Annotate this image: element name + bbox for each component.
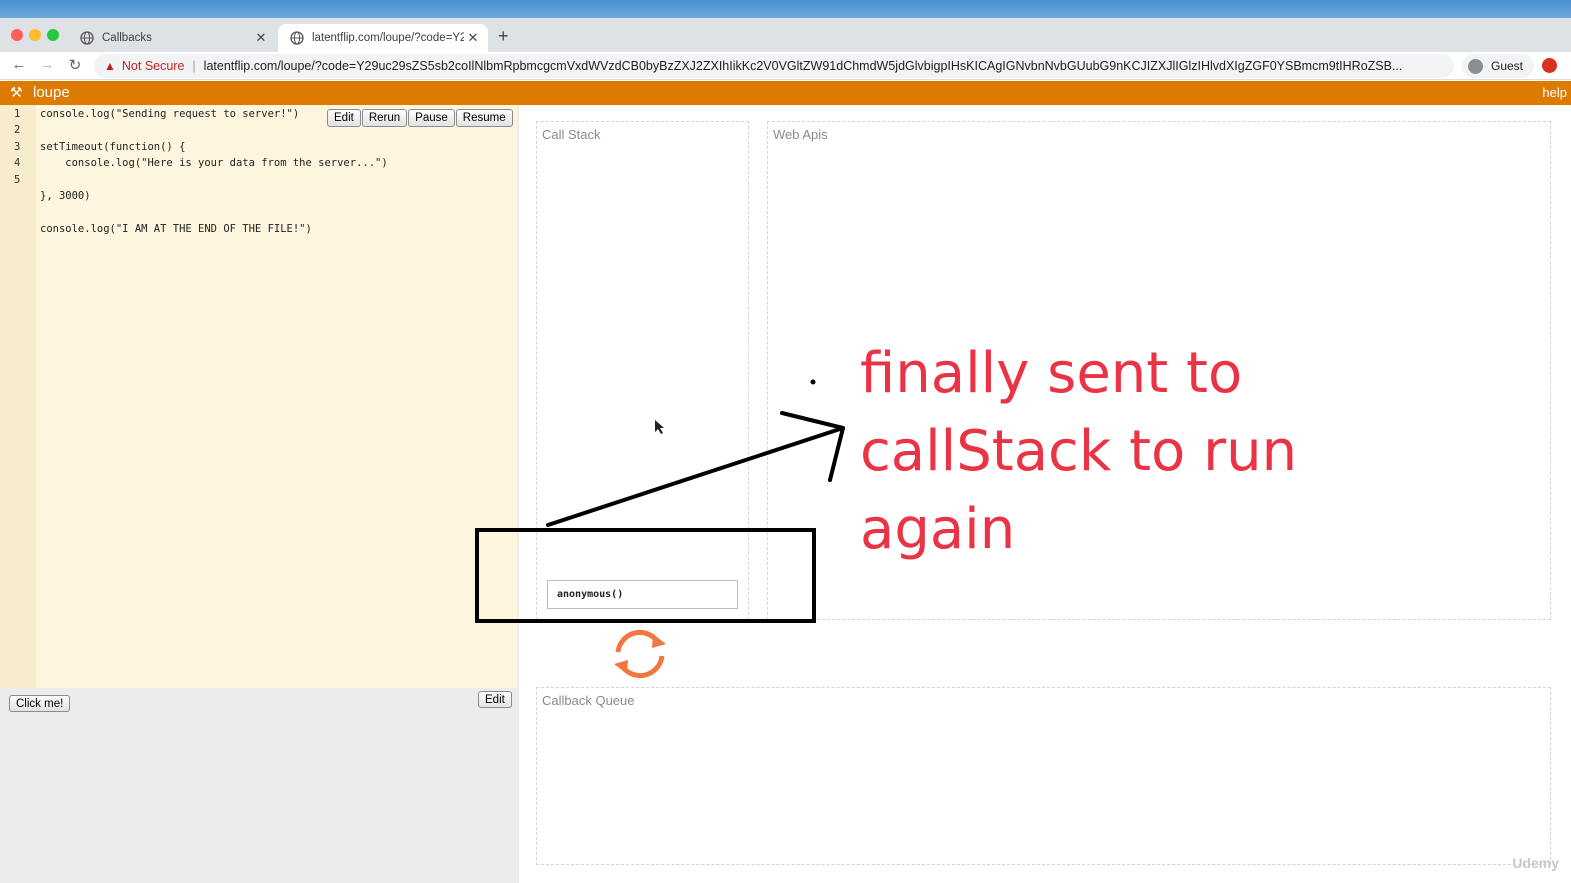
- annotation-line: callStack to run: [860, 419, 1298, 484]
- desktop-strip: [0, 0, 1571, 18]
- code-line: setTimeout(function() {: [40, 141, 186, 153]
- html-output-panel: Click me! Edit: [0, 688, 517, 883]
- code-line: console.log("Sending request to server!"…: [40, 108, 300, 120]
- web-apis-label: Web Apis: [773, 127, 828, 142]
- line-number: 1: [14, 108, 21, 120]
- output-edit-button[interactable]: Edit: [478, 691, 512, 708]
- tab-title: latentflip.com/loupe/?code=Y2: [312, 32, 464, 44]
- line-number: 3: [14, 141, 21, 153]
- code-editor[interactable]: 1 2 3 4 5 console.log("Sending request t…: [0, 105, 517, 688]
- code-line: console.log("Here is your data from the …: [40, 157, 388, 169]
- forward-arrow-icon[interactable]: →: [37, 56, 57, 73]
- avatar-icon: [1468, 58, 1483, 74]
- pause-button[interactable]: Pause: [408, 109, 455, 127]
- omnibox-separator: |: [192, 59, 196, 73]
- line-number: 5: [14, 174, 21, 186]
- browser-toolbar: ← → ↻ ▲ Not Secure | latentflip.com/loup…: [0, 52, 1571, 80]
- security-status[interactable]: Not Secure: [122, 59, 185, 73]
- profile-label: Guest: [1491, 59, 1524, 73]
- code-line: }, 3000): [40, 190, 91, 202]
- resume-button[interactable]: Resume: [455, 109, 513, 127]
- udemy-watermark: Udemy: [1512, 855, 1559, 871]
- extension-icon[interactable]: [1542, 58, 1557, 73]
- window-close-button[interactable]: [11, 29, 23, 41]
- window-maximize-button[interactable]: [47, 29, 59, 41]
- callback-queue-panel: Callback Queue: [536, 687, 1551, 865]
- help-link[interactable]: help: [1542, 85, 1567, 100]
- line-gutter: 1 2 3 4 5: [0, 105, 36, 688]
- tab-bar: Callbacks ✕ latentflip.com/loupe/?code=Y…: [0, 18, 1571, 52]
- stack-frame: anonymous(): [547, 580, 738, 609]
- window-minimize-button[interactable]: [29, 29, 41, 41]
- line-number: 4: [14, 157, 21, 169]
- reload-icon[interactable]: ↻: [65, 56, 85, 74]
- back-arrow-icon[interactable]: ←: [9, 56, 29, 73]
- editor-controls: Edit Rerun Pause Resume: [327, 109, 514, 127]
- app-header: ⚒ loupe help: [0, 81, 1571, 105]
- annotation-line: finally sent to: [860, 341, 1243, 406]
- click-me-button[interactable]: Click me!: [9, 695, 71, 712]
- profile-button[interactable]: Guest: [1462, 54, 1534, 78]
- tab-callbacks[interactable]: Callbacks ✕: [68, 24, 276, 52]
- app-name[interactable]: loupe: [33, 84, 70, 101]
- edit-button[interactable]: Edit: [327, 109, 361, 127]
- annotation-line: again: [860, 497, 1016, 562]
- rerun-button[interactable]: Rerun: [361, 109, 408, 127]
- globe-icon: [290, 31, 304, 45]
- address-bar[interactable]: ▲ Not Secure | latentflip.com/loupe/?cod…: [94, 54, 1454, 78]
- tab-loupe[interactable]: latentflip.com/loupe/?code=Y2 ✕: [278, 24, 488, 52]
- line-number: 2: [14, 124, 21, 136]
- annotation-text: finally sent to callStack to run again: [860, 335, 1297, 569]
- event-loop-icon: [614, 630, 666, 678]
- tools-icon: ⚒: [10, 84, 23, 100]
- callback-queue-label: Callback Queue: [542, 693, 635, 708]
- call-stack-label: Call Stack: [542, 127, 601, 142]
- globe-icon: [80, 31, 94, 45]
- new-tab-button[interactable]: +: [498, 26, 509, 47]
- warning-icon: ▲: [104, 59, 116, 73]
- code-line: console.log("I AM AT THE END OF THE FILE…: [40, 223, 312, 235]
- tab-close-icon[interactable]: ✕: [252, 30, 270, 46]
- call-stack-panel: Call Stack: [536, 121, 749, 620]
- url-text[interactable]: latentflip.com/loupe/?code=Y29uc29sZS5sb…: [204, 59, 1403, 73]
- tab-title: Callbacks: [102, 32, 152, 44]
- tab-close-icon[interactable]: ✕: [464, 30, 482, 46]
- panel-divider[interactable]: [517, 105, 519, 883]
